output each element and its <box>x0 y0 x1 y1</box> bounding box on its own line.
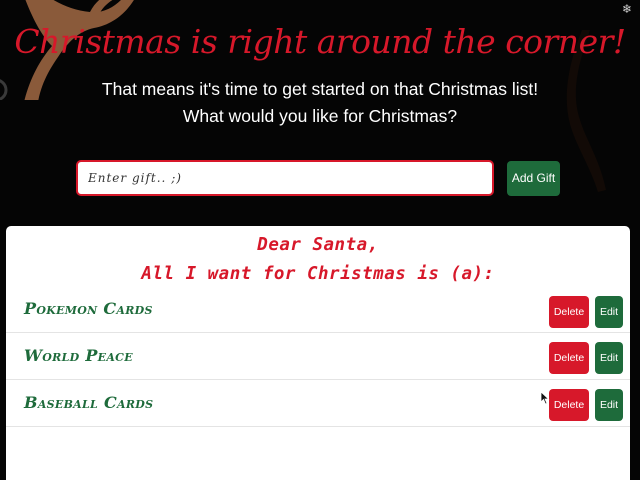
wishlist-item-label: Pokemon Cards <box>24 299 153 318</box>
subtitle-line-2: What would you like for Christmas? <box>182 106 458 126</box>
delete-button[interactable]: Delete <box>549 342 589 374</box>
delete-button[interactable]: Delete <box>549 296 589 328</box>
page-title: Christmas is right around the corner! <box>14 22 626 61</box>
delete-button[interactable]: Delete <box>549 389 589 421</box>
wishlist-item-label: Baseball Cards <box>24 393 154 412</box>
gift-input[interactable] <box>76 160 494 196</box>
wishlist-item: Pokemon Cards Delete Edit <box>6 286 630 333</box>
wishlist-heading-line-2: All I want for Christmas is (a): <box>141 264 495 284</box>
wishlist-item: Baseball Cards Delete Edit <box>6 380 630 427</box>
edit-button[interactable]: Edit <box>595 296 623 328</box>
edit-button[interactable]: Edit <box>595 342 623 374</box>
wishlist-item: World Peace Delete Edit <box>6 333 630 380</box>
subtitle-line-1: That means it's time to get started on t… <box>101 79 539 99</box>
wishlist-item-label: World Peace <box>24 346 133 365</box>
page-subtitle: That means it's time to get started on t… <box>0 76 640 130</box>
wishlist-card: Dear Santa, All I want for Christmas is … <box>6 226 630 480</box>
mouse-cursor-icon <box>540 391 550 405</box>
page: ❄ Christmas is right around the corner! … <box>0 0 640 480</box>
add-gift-button[interactable]: Add Gift <box>507 161 560 196</box>
snowflake-icon[interactable]: ❄ <box>620 2 634 16</box>
edit-button[interactable]: Edit <box>595 389 623 421</box>
wishlist-heading: Dear Santa, All I want for Christmas is … <box>6 231 630 289</box>
wishlist-heading-line-1: Dear Santa, <box>257 235 379 255</box>
